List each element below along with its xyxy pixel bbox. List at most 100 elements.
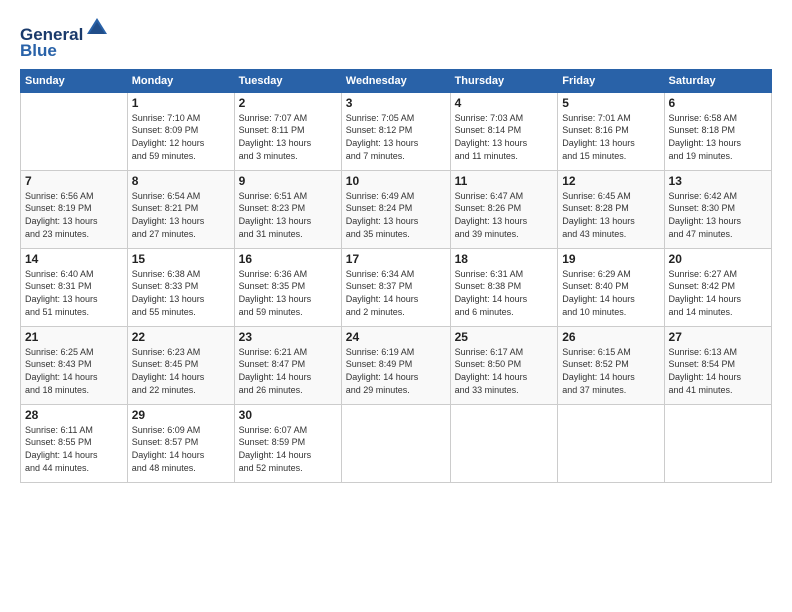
day-info: Sunrise: 6:07 AM Sunset: 8:59 PM Dayligh…	[239, 424, 337, 474]
day-info: Sunrise: 6:29 AM Sunset: 8:40 PM Dayligh…	[562, 268, 659, 318]
day-info: Sunrise: 6:25 AM Sunset: 8:43 PM Dayligh…	[25, 346, 123, 396]
day-number: 24	[346, 330, 446, 344]
logo-icon	[85, 16, 109, 40]
day-info: Sunrise: 6:47 AM Sunset: 8:26 PM Dayligh…	[455, 190, 554, 240]
day-number: 3	[346, 96, 446, 110]
day-info: Sunrise: 6:49 AM Sunset: 8:24 PM Dayligh…	[346, 190, 446, 240]
day-info: Sunrise: 6:56 AM Sunset: 8:19 PM Dayligh…	[25, 190, 123, 240]
calendar-cell: 12 Sunrise: 6:45 AM Sunset: 8:28 PM Dayli…	[558, 170, 664, 248]
calendar-cell: 2 Sunrise: 7:07 AM Sunset: 8:11 PM Daylig…	[234, 92, 341, 170]
day-info: Sunrise: 6:51 AM Sunset: 8:23 PM Dayligh…	[239, 190, 337, 240]
day-number: 18	[455, 252, 554, 266]
calendar-cell: 29 Sunrise: 6:09 AM Sunset: 8:57 PM Dayli…	[127, 404, 234, 482]
calendar-cell	[341, 404, 450, 482]
calendar-cell: 6 Sunrise: 6:58 AM Sunset: 8:18 PM Daylig…	[664, 92, 771, 170]
week-row-4: 21 Sunrise: 6:25 AM Sunset: 8:43 PM Dayli…	[21, 326, 772, 404]
calendar-cell: 25Sunrise: 6:17 AM Sunset: 8:50 PM Dayli…	[450, 326, 558, 404]
calendar-cell	[450, 404, 558, 482]
day-info: Sunrise: 6:23 AM Sunset: 8:45 PM Dayligh…	[132, 346, 230, 396]
day-info: Sunrise: 6:36 AM Sunset: 8:35 PM Dayligh…	[239, 268, 337, 318]
calendar-table: Sunday Monday Tuesday Wednesday Thursday…	[20, 69, 772, 483]
calendar-cell: 8 Sunrise: 6:54 AM Sunset: 8:21 PM Daylig…	[127, 170, 234, 248]
calendar-cell: 18Sunrise: 6:31 AM Sunset: 8:38 PM Dayli…	[450, 248, 558, 326]
calendar-cell: 13 Sunrise: 6:42 AM Sunset: 8:30 PM Dayli…	[664, 170, 771, 248]
col-monday: Monday	[127, 69, 234, 92]
day-info: Sunrise: 6:15 AM Sunset: 8:52 PM Dayligh…	[562, 346, 659, 396]
day-number: 19	[562, 252, 659, 266]
calendar-cell: 30 Sunrise: 6:07 AM Sunset: 8:59 PM Dayli…	[234, 404, 341, 482]
col-friday: Friday	[558, 69, 664, 92]
day-number: 30	[239, 408, 337, 422]
day-number: 15	[132, 252, 230, 266]
day-info: Sunrise: 6:21 AM Sunset: 8:47 PM Dayligh…	[239, 346, 337, 396]
day-number: 9	[239, 174, 337, 188]
day-info: Sunrise: 6:17 AM Sunset: 8:50 PM Dayligh…	[455, 346, 554, 396]
week-row-3: 14Sunrise: 6:40 AM Sunset: 8:31 PM Dayli…	[21, 248, 772, 326]
calendar-cell: 14Sunrise: 6:40 AM Sunset: 8:31 PM Dayli…	[21, 248, 128, 326]
day-number: 27	[669, 330, 767, 344]
col-wednesday: Wednesday	[341, 69, 450, 92]
day-number: 16	[239, 252, 337, 266]
calendar-cell	[664, 404, 771, 482]
day-info: Sunrise: 6:54 AM Sunset: 8:21 PM Dayligh…	[132, 190, 230, 240]
calendar-cell: 19 Sunrise: 6:29 AM Sunset: 8:40 PM Dayli…	[558, 248, 664, 326]
day-info: Sunrise: 7:03 AM Sunset: 8:14 PM Dayligh…	[455, 112, 554, 162]
calendar-cell: 23 Sunrise: 6:21 AM Sunset: 8:47 PM Dayli…	[234, 326, 341, 404]
calendar-cell: 5 Sunrise: 7:01 AM Sunset: 8:16 PM Daylig…	[558, 92, 664, 170]
day-info: Sunrise: 6:45 AM Sunset: 8:28 PM Dayligh…	[562, 190, 659, 240]
day-number: 8	[132, 174, 230, 188]
day-info: Sunrise: 6:19 AM Sunset: 8:49 PM Dayligh…	[346, 346, 446, 396]
calendar-cell: 17Sunrise: 6:34 AM Sunset: 8:37 PM Dayli…	[341, 248, 450, 326]
day-number: 10	[346, 174, 446, 188]
calendar-cell: 7Sunrise: 6:56 AM Sunset: 8:19 PM Daylig…	[21, 170, 128, 248]
col-saturday: Saturday	[664, 69, 771, 92]
day-number: 22	[132, 330, 230, 344]
day-info: Sunrise: 6:40 AM Sunset: 8:31 PM Dayligh…	[25, 268, 123, 318]
day-info: Sunrise: 6:42 AM Sunset: 8:30 PM Dayligh…	[669, 190, 767, 240]
week-row-5: 28Sunrise: 6:11 AM Sunset: 8:55 PM Dayli…	[21, 404, 772, 482]
calendar-cell: 28Sunrise: 6:11 AM Sunset: 8:55 PM Dayli…	[21, 404, 128, 482]
calendar-cell: 21 Sunrise: 6:25 AM Sunset: 8:43 PM Dayli…	[21, 326, 128, 404]
day-number: 23	[239, 330, 337, 344]
week-row-2: 7Sunrise: 6:56 AM Sunset: 8:19 PM Daylig…	[21, 170, 772, 248]
calendar-cell: 1 Sunrise: 7:10 AM Sunset: 8:09 PM Daylig…	[127, 92, 234, 170]
calendar-cell: 27 Sunrise: 6:13 AM Sunset: 8:54 PM Dayli…	[664, 326, 771, 404]
calendar-cell	[21, 92, 128, 170]
calendar-cell: 9 Sunrise: 6:51 AM Sunset: 8:23 PM Daylig…	[234, 170, 341, 248]
day-number: 1	[132, 96, 230, 110]
day-info: Sunrise: 6:38 AM Sunset: 8:33 PM Dayligh…	[132, 268, 230, 318]
calendar-cell: 11 Sunrise: 6:47 AM Sunset: 8:26 PM Dayli…	[450, 170, 558, 248]
col-sunday: Sunday	[21, 69, 128, 92]
calendar-cell: 15 Sunrise: 6:38 AM Sunset: 8:33 PM Dayli…	[127, 248, 234, 326]
day-number: 28	[25, 408, 123, 422]
calendar-cell	[558, 404, 664, 482]
day-number: 21	[25, 330, 123, 344]
day-info: Sunrise: 7:10 AM Sunset: 8:09 PM Dayligh…	[132, 112, 230, 162]
day-number: 29	[132, 408, 230, 422]
day-number: 26	[562, 330, 659, 344]
calendar-cell: 26 Sunrise: 6:15 AM Sunset: 8:52 PM Dayli…	[558, 326, 664, 404]
day-info: Sunrise: 6:58 AM Sunset: 8:18 PM Dayligh…	[669, 112, 767, 162]
day-number: 2	[239, 96, 337, 110]
day-number: 6	[669, 96, 767, 110]
day-number: 5	[562, 96, 659, 110]
day-info: Sunrise: 6:09 AM Sunset: 8:57 PM Dayligh…	[132, 424, 230, 474]
day-number: 4	[455, 96, 554, 110]
day-info: Sunrise: 7:01 AM Sunset: 8:16 PM Dayligh…	[562, 112, 659, 162]
day-number: 12	[562, 174, 659, 188]
calendar-cell: 4 Sunrise: 7:03 AM Sunset: 8:14 PM Daylig…	[450, 92, 558, 170]
day-number: 20	[669, 252, 767, 266]
day-info: Sunrise: 7:07 AM Sunset: 8:11 PM Dayligh…	[239, 112, 337, 162]
day-number: 13	[669, 174, 767, 188]
day-info: Sunrise: 6:34 AM Sunset: 8:37 PM Dayligh…	[346, 268, 446, 318]
week-row-1: 1 Sunrise: 7:10 AM Sunset: 8:09 PM Daylig…	[21, 92, 772, 170]
logo: General Blue	[20, 16, 109, 61]
day-info: Sunrise: 6:27 AM Sunset: 8:42 PM Dayligh…	[669, 268, 767, 318]
calendar-cell: 24 Sunrise: 6:19 AM Sunset: 8:49 PM Dayli…	[341, 326, 450, 404]
col-thursday: Thursday	[450, 69, 558, 92]
day-number: 11	[455, 174, 554, 188]
calendar-cell: 3Sunrise: 7:05 AM Sunset: 8:12 PM Daylig…	[341, 92, 450, 170]
day-info: Sunrise: 6:13 AM Sunset: 8:54 PM Dayligh…	[669, 346, 767, 396]
page: General Blue Sunday Monday Tuesday Wedne…	[0, 0, 792, 612]
calendar-cell: 20 Sunrise: 6:27 AM Sunset: 8:42 PM Dayli…	[664, 248, 771, 326]
